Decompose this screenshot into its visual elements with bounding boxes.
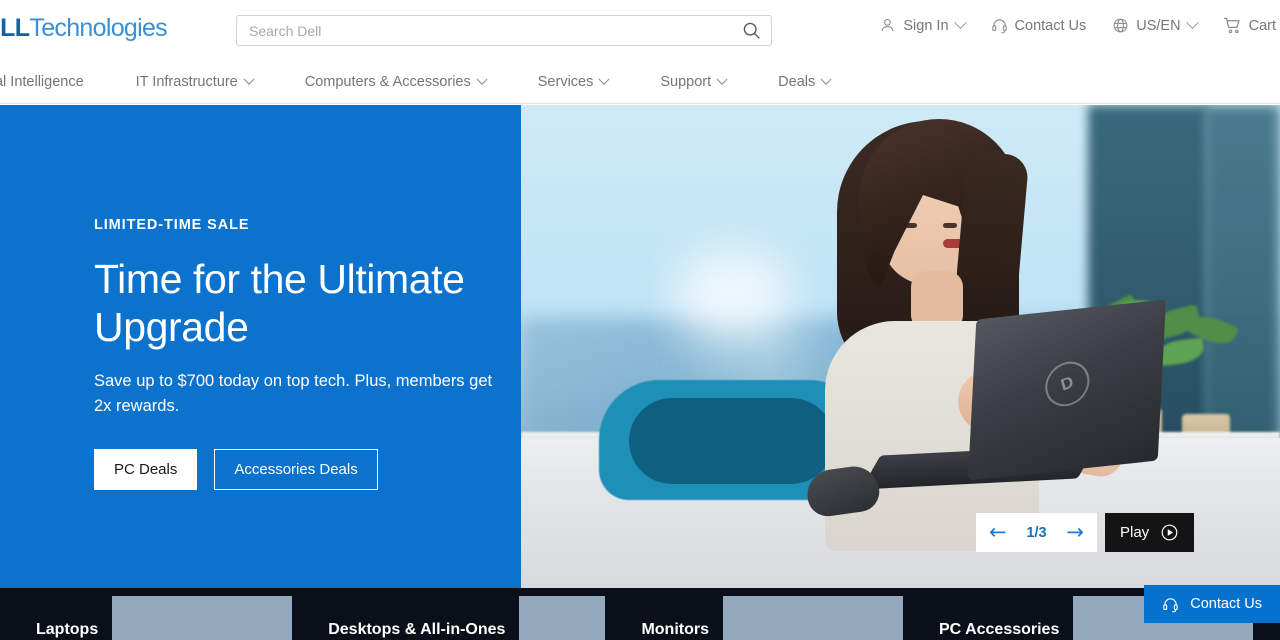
nav-items: tificial Intelligence IT Infrastructure … xyxy=(0,60,856,104)
arrow-left-icon[interactable]: ← xyxy=(989,522,1007,543)
nav-label: Support xyxy=(660,74,712,90)
locale-selector[interactable]: US/EN xyxy=(1112,16,1199,34)
nav-item-services[interactable]: Services xyxy=(512,73,635,90)
dell-logo[interactable]: ELLTechnologies xyxy=(0,14,168,43)
category-label: PC Accessories xyxy=(938,621,1060,638)
search-input[interactable] xyxy=(237,16,731,45)
hero-eyebrow: LIMITED-TIME SALE xyxy=(94,217,250,233)
accessories-deals-button[interactable]: Accessories Deals xyxy=(214,449,378,490)
chevron-down-icon xyxy=(820,73,832,85)
category-item-monitors[interactable]: Monitors xyxy=(641,596,903,640)
nav-label: IT Infrastructure xyxy=(135,74,238,90)
chevron-down-icon xyxy=(953,16,967,30)
pc-deals-button[interactable]: PC Deals xyxy=(94,449,198,490)
cart-button[interactable]: Cart xyxy=(1223,16,1276,35)
nav-item-support[interactable]: Support xyxy=(634,73,752,90)
arrow-right-icon[interactable]: → xyxy=(1066,522,1084,543)
hero-title: Time for the Ultimate Upgrade xyxy=(94,256,465,350)
category-label: Desktops & All-in-Ones xyxy=(328,621,506,638)
chevron-down-icon xyxy=(1185,16,1199,30)
contact-us-link[interactable]: Contact Us xyxy=(991,17,1087,34)
headset-icon xyxy=(991,17,1008,34)
hero-subtitle: Save up to $700 today on top tech. Plus,… xyxy=(94,372,493,415)
carousel-play-button[interactable]: Play xyxy=(1105,513,1195,552)
search-button[interactable] xyxy=(731,16,771,45)
locale-label: US/EN xyxy=(1136,17,1181,34)
nav-label: Deals xyxy=(778,74,816,90)
search-bar[interactable] xyxy=(236,15,772,46)
contact-us-label: Contact Us xyxy=(1014,17,1087,34)
category-item-laptops[interactable]: Laptops xyxy=(36,596,293,640)
site-header: ELLTechnologies Sign In xyxy=(0,0,1280,60)
carousel-counter: 1/3 xyxy=(1026,524,1047,541)
category-thumbnail xyxy=(519,596,606,640)
category-thumbnail xyxy=(112,596,293,640)
logo-brand-text: ELL xyxy=(0,14,30,42)
chevron-down-icon xyxy=(716,73,728,85)
laptop-lid: D xyxy=(967,299,1167,481)
category-label: Monitors xyxy=(641,621,709,638)
chevron-down-icon xyxy=(598,73,611,85)
hero-copy: LIMITED-TIME SALE Time for the Ultimate … xyxy=(94,217,494,490)
floating-contact-us-button[interactable]: Contact Us xyxy=(1144,585,1280,623)
category-thumbnail xyxy=(722,596,903,640)
sign-in-label: Sign In xyxy=(903,17,949,34)
main-navigation: tificial Intelligence IT Infrastructure … xyxy=(0,60,1280,104)
search-icon xyxy=(741,20,762,41)
hero-cta-group: PC Deals Accessories Deals xyxy=(94,449,494,490)
dell-homepage: ELLTechnologies Sign In xyxy=(0,0,1280,640)
play-label: Play xyxy=(1120,524,1150,541)
nav-item-it-infrastructure[interactable]: IT Infrastructure xyxy=(110,73,279,90)
window-glare xyxy=(672,249,793,340)
floating-contact-label: Contact Us xyxy=(1190,596,1262,612)
nav-label: Computers & Accessories xyxy=(304,74,471,90)
logo-suffix-text: Technologies xyxy=(29,14,167,42)
chevron-down-icon xyxy=(243,73,255,85)
hero-image: D ← 1/3 → Play xyxy=(521,105,1280,588)
eye-right xyxy=(943,223,957,228)
cart-label: Cart xyxy=(1248,17,1276,34)
sign-in-menu[interactable]: Sign In xyxy=(879,16,967,34)
play-circle-icon xyxy=(1160,523,1179,542)
nav-label: Services xyxy=(537,74,594,90)
hero-text-panel: LIMITED-TIME SALE Time for the Ultimate … xyxy=(0,105,521,588)
nav-label: tificial Intelligence xyxy=(0,74,84,90)
chevron-down-icon xyxy=(476,73,488,85)
dell-laptop-logo-icon: D xyxy=(1040,354,1095,413)
category-item-desktops-all-in-ones[interactable]: Desktops & All-in-Ones xyxy=(328,596,606,640)
hero-carousel-controls: ← 1/3 → Play xyxy=(976,513,1195,552)
category-label: Laptops xyxy=(36,621,99,638)
headset-icon xyxy=(1162,596,1179,613)
nav-item-artificial-intelligence[interactable]: tificial Intelligence xyxy=(0,74,110,90)
globe-icon xyxy=(1112,17,1129,34)
chair-seat-inner xyxy=(629,398,834,484)
nav-item-deals[interactable]: Deals xyxy=(752,73,856,90)
nav-item-computers-accessories[interactable]: Computers & Accessories xyxy=(279,73,512,90)
person-icon xyxy=(879,17,896,34)
hero-banner: LIMITED-TIME SALE Time for the Ultimate … xyxy=(0,105,1280,588)
header-utility-nav: Sign In Contact Us US/EN Cart xyxy=(879,16,1276,35)
category-shortcuts-strip: Laptops Desktops & All-in-Ones Monitors … xyxy=(0,588,1280,640)
cart-icon xyxy=(1223,16,1242,35)
carousel-pill: ← 1/3 → xyxy=(976,513,1097,552)
